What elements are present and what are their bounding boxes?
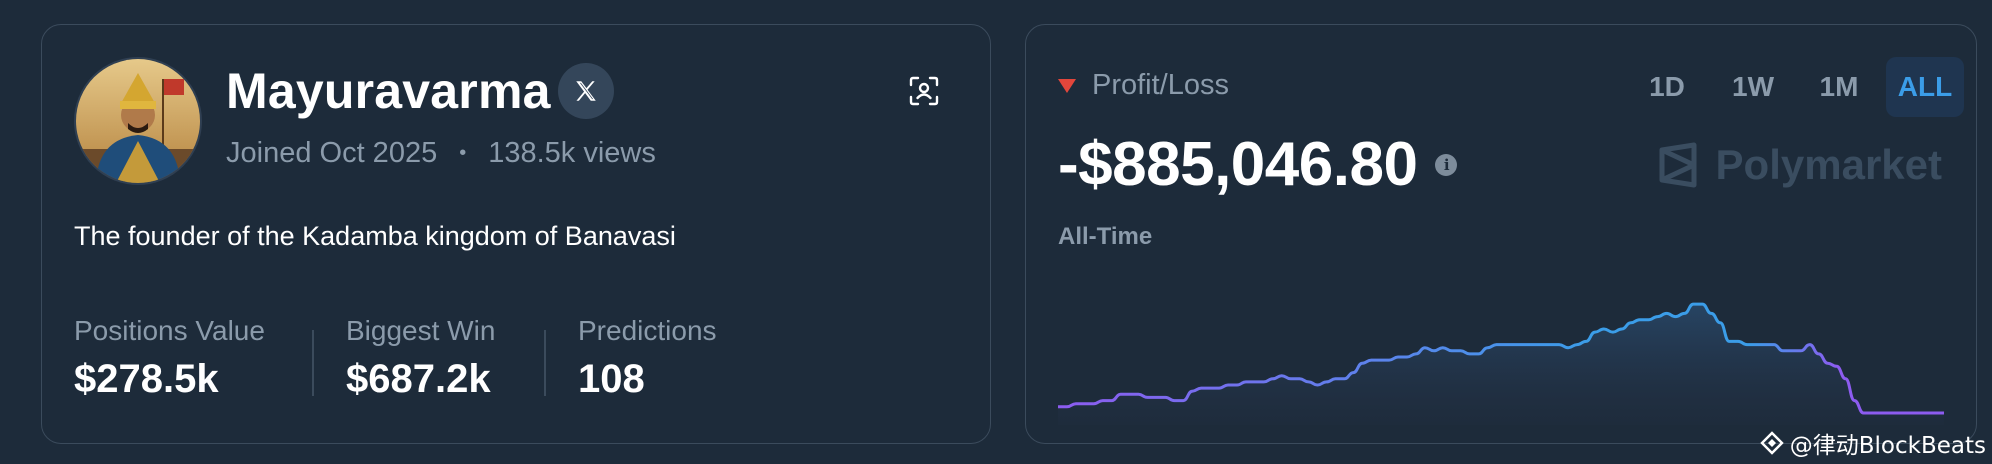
joined-date: Joined Oct 2025: [226, 137, 438, 169]
stat-label: Biggest Win: [346, 315, 496, 346]
views-count: 138.5k views: [488, 137, 656, 169]
pnl-header: Profit/Loss: [1058, 69, 1229, 102]
stat-biggest-win: Biggest Win $687.2k: [346, 315, 495, 402]
brand-name: Polymarket: [1715, 141, 1942, 188]
stat-predictions: Predictions 108: [578, 315, 717, 402]
stat-value: 108: [578, 357, 645, 401]
range-1w[interactable]: 1W: [1714, 57, 1792, 117]
down-triangle-icon: [1058, 78, 1076, 93]
avatar[interactable]: [74, 57, 202, 185]
polymarket-logo: Polymarket: [1658, 141, 1942, 189]
stat-divider: [544, 330, 546, 396]
period-label: All-Time: [1058, 223, 1153, 250]
stat-value: $687.2k: [346, 357, 491, 401]
pnl-amount: -$885,046.80: [1058, 130, 1418, 199]
stat-label: Predictions: [578, 315, 717, 346]
pnl-label: Profit/Loss: [1092, 69, 1229, 101]
stat-positions-value: Positions Value $278.5k: [74, 315, 265, 402]
x-logo-icon: [576, 81, 596, 101]
watermark-text: @律动BlockBeats: [1789, 433, 1986, 459]
range-1d[interactable]: 1D: [1628, 57, 1706, 117]
profile-meta: Joined Oct 2025 • 138.5k views: [226, 137, 656, 170]
profile-card: Mayuravarma Joined Oct 2025 • 138.5k vie…: [41, 24, 991, 444]
stat-divider: [312, 330, 314, 396]
blockbeats-logo-icon: [1760, 431, 1784, 455]
range-1m[interactable]: 1M: [1800, 57, 1878, 117]
profile-name: Mayuravarma: [226, 63, 551, 119]
x-profile-link[interactable]: [558, 63, 614, 119]
stat-value: $278.5k: [74, 357, 219, 401]
watermark: @律动BlockBeats: [1760, 426, 1986, 460]
polymarket-mark-icon: [1659, 142, 1697, 188]
stat-label: Positions Value: [74, 315, 265, 346]
scan-profile-button[interactable]: [902, 69, 946, 113]
pnl-area-fill: [1058, 304, 1944, 425]
range-selector: 1D 1W 1M ALL: [1628, 57, 1964, 117]
meta-separator: •: [459, 142, 467, 164]
info-icon[interactable]: i: [1435, 153, 1458, 176]
profile-bio: The founder of the Kadamba kingdom of Ba…: [74, 221, 676, 251]
pnl-chart: [1058, 302, 1944, 425]
range-all[interactable]: ALL: [1886, 57, 1964, 117]
scan-user-icon: [909, 76, 939, 106]
pnl-amount-row: -$885,046.80 i: [1058, 129, 1458, 200]
pnl-card: Profit/Loss 1D 1W 1M ALL -$885,046.80 i …: [1025, 24, 1977, 444]
